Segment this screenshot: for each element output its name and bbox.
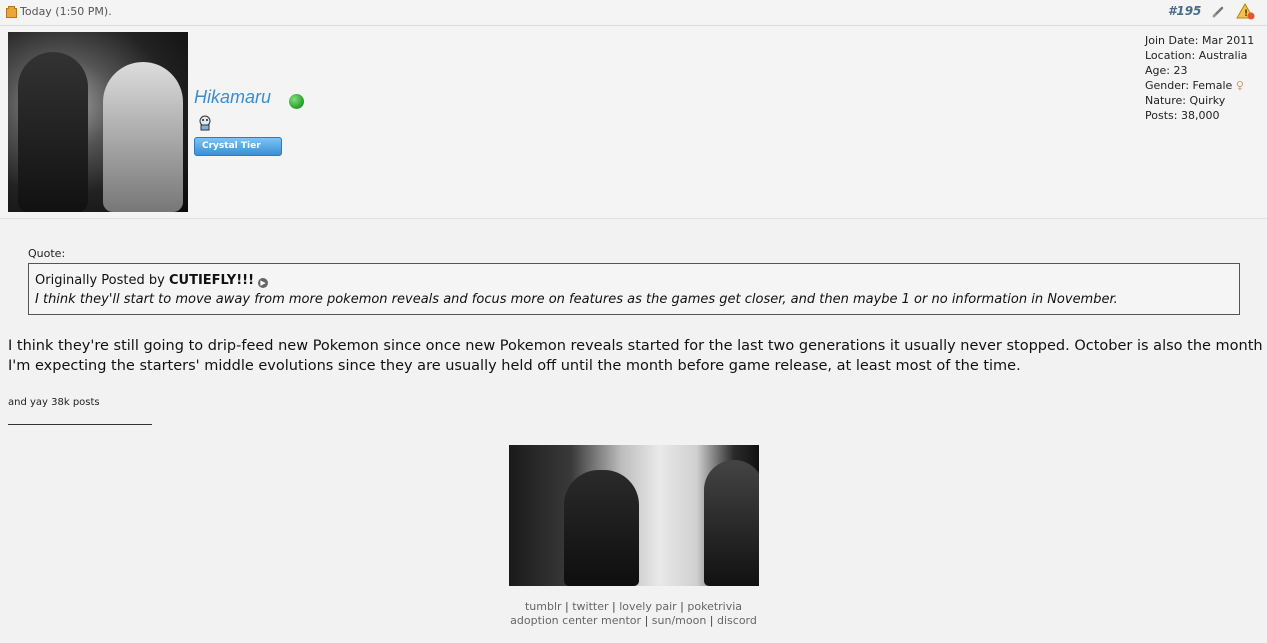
signature-image	[509, 445, 759, 586]
signature-figure-right	[704, 460, 759, 586]
gender-row: Gender: Female ♀	[1145, 78, 1254, 93]
post-number-link[interactable]: #195	[1168, 4, 1201, 18]
twitter-link[interactable]: twitter	[572, 600, 608, 613]
signature-links-row-1: tumblr | twitter | lovely pair | poketri…	[524, 600, 743, 613]
permalink-icon[interactable]	[1210, 3, 1226, 21]
view-post-icon[interactable]: ▶	[258, 278, 269, 288]
poketrivia-link[interactable]: poketrivia	[687, 600, 742, 613]
location: Location: Australia	[1145, 49, 1248, 62]
calendar-icon	[6, 6, 17, 18]
join-date: Join Date: Mar 2011	[1145, 34, 1255, 47]
sun-moon-link[interactable]: sun/moon	[652, 614, 707, 627]
quote-box: Originally Posted by CUTIEFLY!!! ▶ I thin…	[28, 263, 1240, 315]
avatar-figure-right	[103, 62, 183, 212]
post-message: I think they're still going to drip-feed…	[8, 338, 1263, 374]
user-info-panel: Hikamaru Crystal Tier Join Date: Mar 201…	[0, 26, 1267, 219]
quote-label: Quote:	[28, 247, 66, 260]
signature-links: tumblr | twitter | lovely pair | poketri…	[0, 600, 1267, 628]
avatar-figure-left	[18, 52, 88, 212]
quote-prefix: Originally Posted by	[35, 273, 165, 288]
user-avatar[interactable]	[8, 32, 188, 212]
online-status-icon	[289, 94, 304, 109]
gender: Gender: Female	[1145, 79, 1233, 92]
discord-link[interactable]: discord	[717, 614, 757, 627]
report-icon[interactable]: !	[1236, 2, 1256, 21]
signature-links-row-2: adoption center mentor | sun/moon | disc…	[510, 614, 757, 627]
signature-figure-left	[564, 470, 639, 586]
signature-divider	[8, 424, 152, 425]
quote-author: CUTIEFLY!!!	[168, 273, 255, 288]
username-link[interactable]: Hikamaru	[194, 87, 271, 108]
user-stats: Join Date: Mar 2011 Location: Australia …	[1145, 33, 1254, 123]
female-icon: ♀	[1235, 79, 1244, 92]
post-header: Today (1:50 PM). #195 !	[0, 0, 1267, 26]
post-note: and yay 38k posts	[8, 397, 100, 408]
nature: Nature: Quirky	[1145, 94, 1226, 107]
quote-header: Originally Posted by CUTIEFLY!!! ▶	[35, 273, 269, 288]
tier-badge: Crystal Tier	[194, 137, 282, 156]
lovely-pair-link[interactable]: lovely pair	[619, 600, 676, 613]
quote-text: I think they'll start to move away from …	[35, 292, 1118, 307]
post-date: Today (1:50 PM).	[20, 5, 112, 18]
tumblr-link[interactable]: tumblr	[525, 600, 562, 613]
post-count: Posts: 38,000	[1145, 109, 1220, 122]
age: Age: 23	[1145, 64, 1188, 77]
adoption-center-link[interactable]: adoption center mentor	[510, 614, 641, 627]
pokemon-sprite-icon	[197, 114, 213, 132]
svg-text:!: !	[1244, 9, 1248, 19]
